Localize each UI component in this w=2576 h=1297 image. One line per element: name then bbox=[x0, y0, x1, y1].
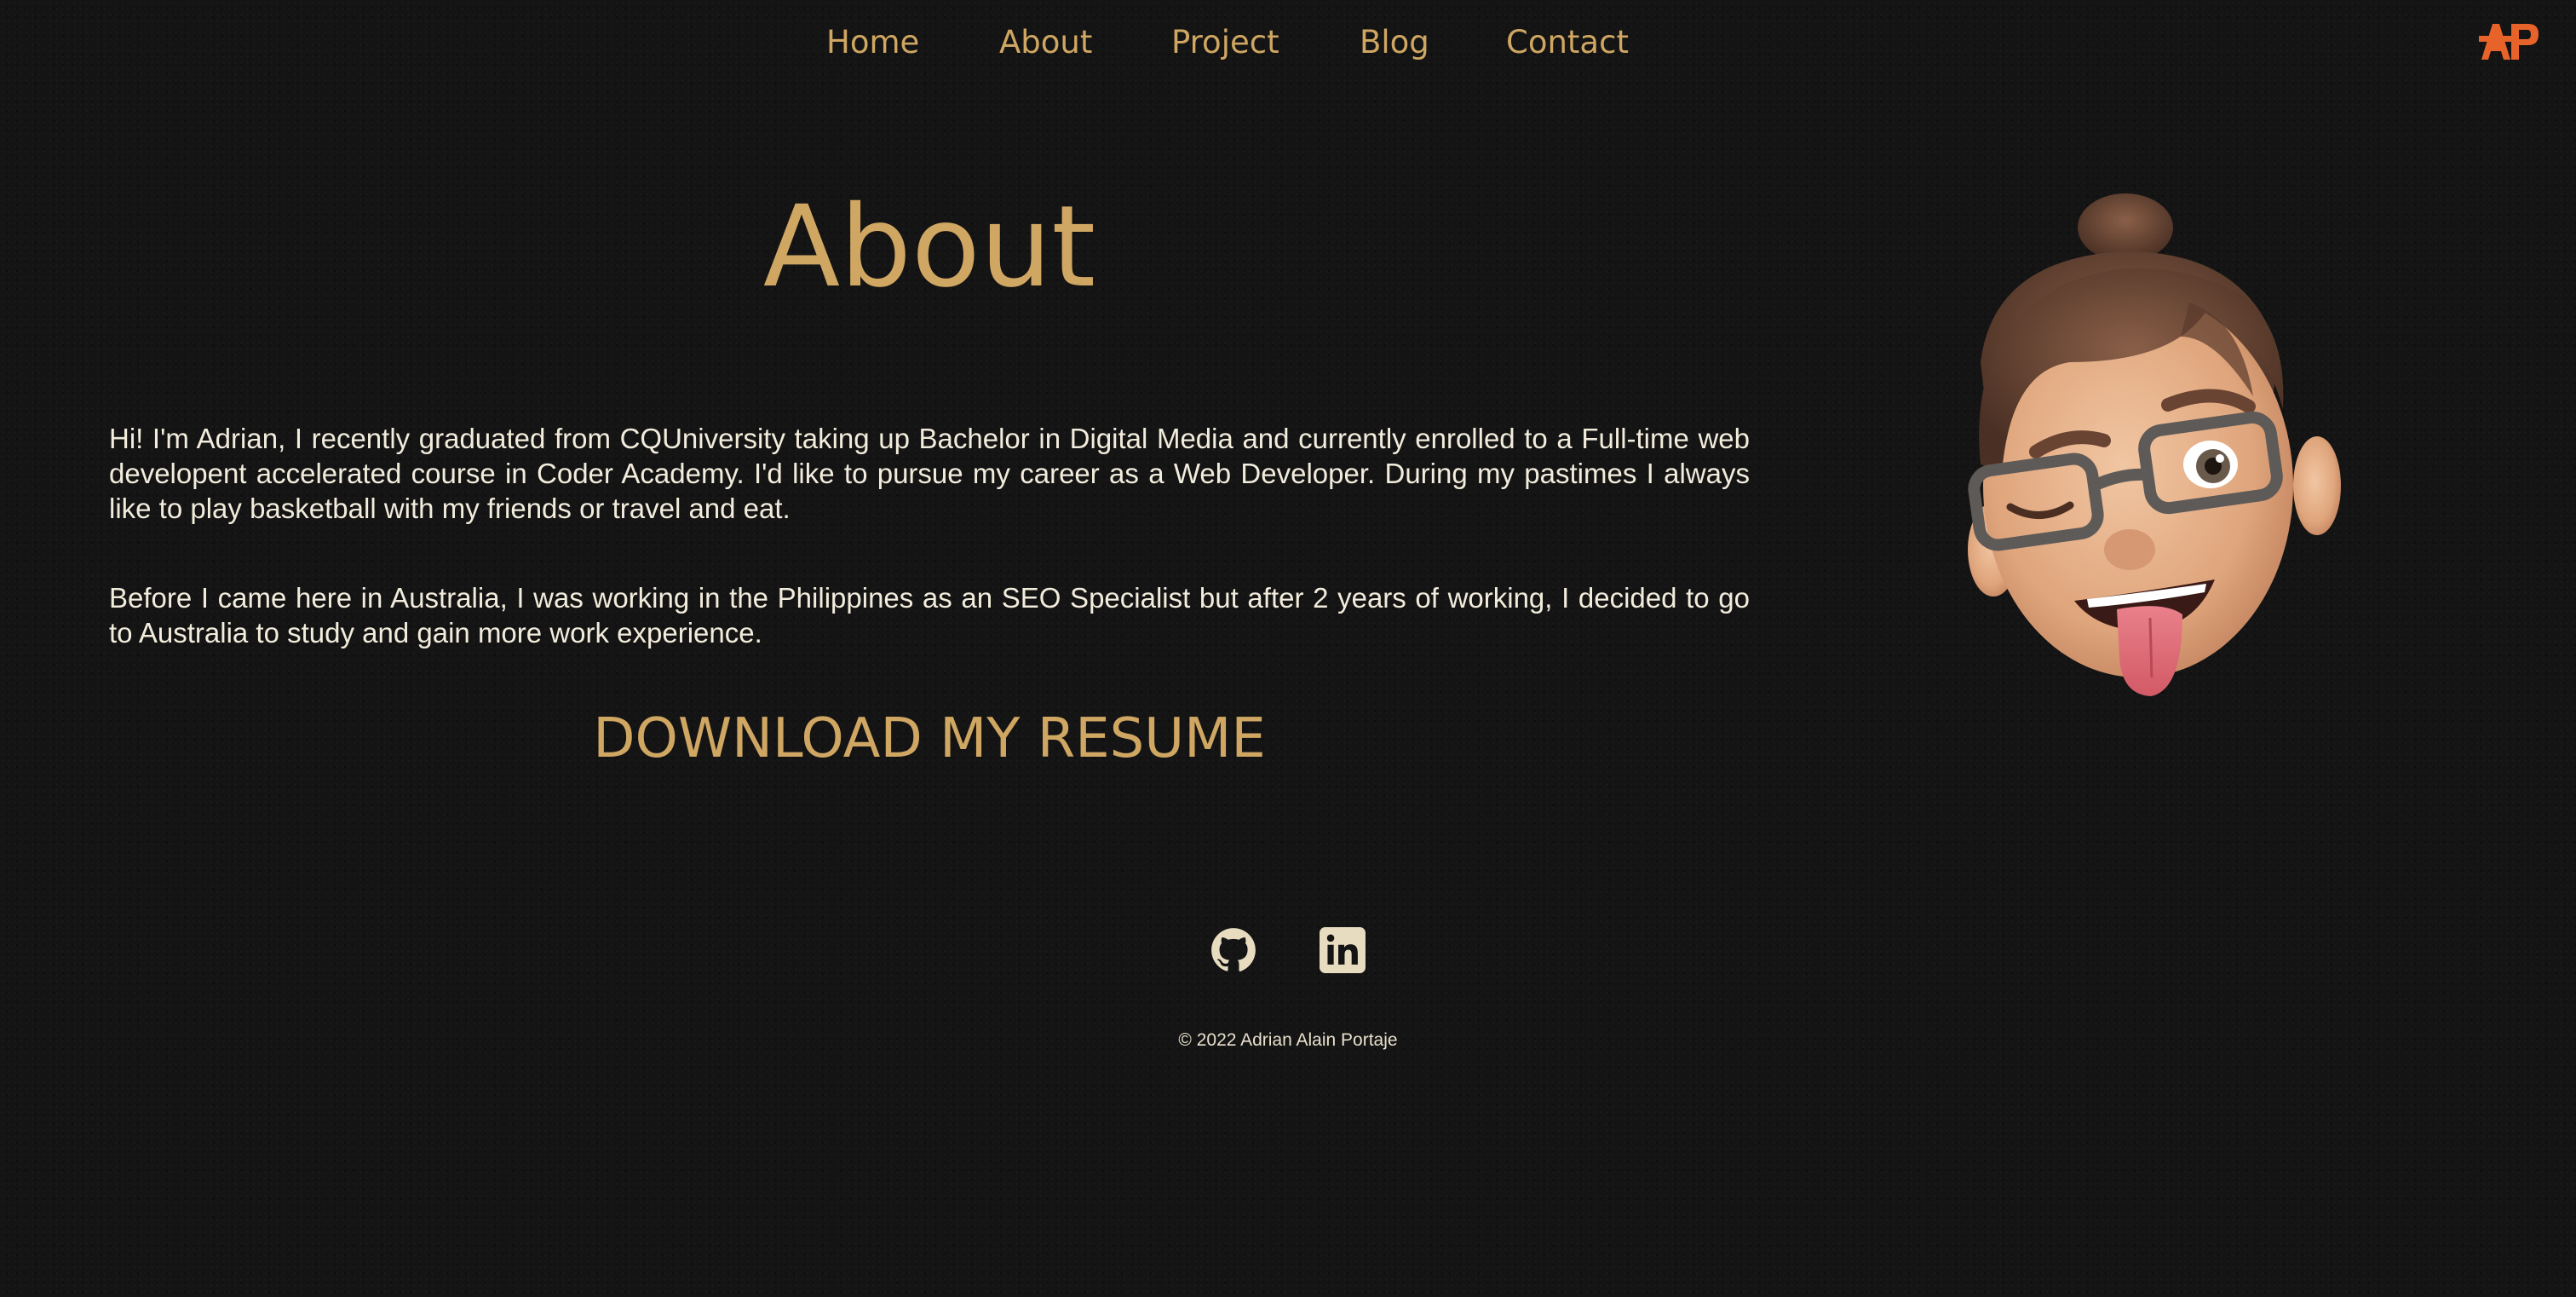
nav-link-about[interactable]: About bbox=[999, 19, 1092, 66]
github-icon[interactable] bbox=[1210, 927, 1256, 973]
copyright-text: © 2022 Adrian Alain Portaje bbox=[1178, 1030, 1398, 1050]
download-resume-link[interactable]: DOWNLOAD MY RESUME bbox=[109, 700, 1750, 777]
page-title: About bbox=[762, 182, 1096, 313]
about-paragraph: Before I came here in Australia, I was w… bbox=[109, 582, 1750, 648]
ap-logo[interactable] bbox=[2479, 19, 2540, 63]
nav-link-blog[interactable]: Blog bbox=[1360, 19, 1429, 66]
nav-link-contact[interactable]: Contact bbox=[1506, 19, 1629, 66]
memoji-avatar bbox=[1968, 193, 2341, 696]
nav-link-home[interactable]: Home bbox=[826, 19, 919, 66]
nav-link-project[interactable]: Project bbox=[1171, 19, 1279, 66]
about-paragraph: Hi! I'm Adrian, I recently graduated fro… bbox=[109, 423, 1750, 524]
linkedin-icon[interactable] bbox=[1320, 927, 1366, 973]
top-nav: Home About Project Blog Contact bbox=[0, 19, 2576, 66]
